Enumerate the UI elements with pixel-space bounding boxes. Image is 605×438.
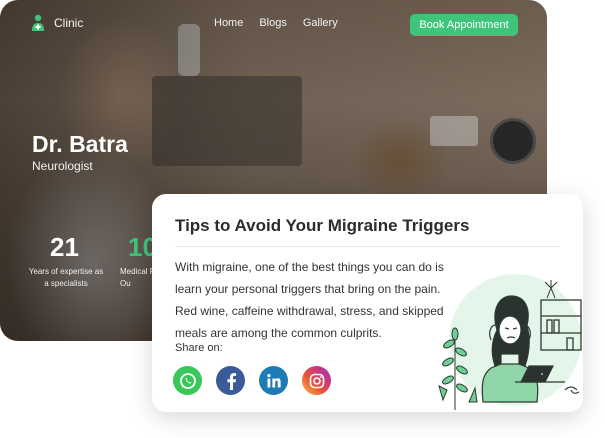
facebook-share-button[interactable] xyxy=(216,366,245,395)
instagram-icon xyxy=(309,373,324,388)
stat-years-label: Years of expertise as a specialists xyxy=(28,267,104,288)
share-label: Share on: xyxy=(175,342,223,354)
migraine-illustration xyxy=(438,274,582,410)
nav-link-gallery[interactable]: Gallery xyxy=(303,17,338,29)
article-title: Tips to Avoid Your Migraine Triggers xyxy=(175,216,470,235)
whatsapp-share-button[interactable] xyxy=(173,366,202,395)
brand-name: Clinic xyxy=(54,16,84,30)
instagram-share-button[interactable] xyxy=(302,366,331,395)
title-divider xyxy=(175,246,560,247)
linkedin-share-button[interactable] xyxy=(259,366,288,395)
facebook-icon xyxy=(226,372,236,390)
top-nav: Clinic Home Blogs Gallery Book Appointme… xyxy=(0,0,547,48)
page: Clinic Home Blogs Gallery Book Appointme… xyxy=(0,0,605,438)
nav-link-home[interactable]: Home xyxy=(214,17,243,29)
book-appointment-button[interactable]: Book Appointment xyxy=(410,14,518,36)
brand-logo[interactable]: Clinic xyxy=(30,14,83,32)
linkedin-icon xyxy=(266,373,281,387)
stat-years-value: 21 xyxy=(50,232,79,262)
social-share-buttons xyxy=(173,366,331,395)
doctor-specialty: Neurologist xyxy=(32,159,93,173)
doctor-name: Dr. Batra xyxy=(32,131,128,157)
nav-links: Home Blogs Gallery xyxy=(214,17,338,29)
doctor-icon xyxy=(32,14,44,31)
article-card: Tips to Avoid Your Migraine Triggers Wit… xyxy=(152,194,583,412)
article-body: With migraine, one of the best things yo… xyxy=(175,260,444,340)
nav-link-blogs[interactable]: Blogs xyxy=(259,17,287,29)
whatsapp-icon xyxy=(179,372,196,389)
